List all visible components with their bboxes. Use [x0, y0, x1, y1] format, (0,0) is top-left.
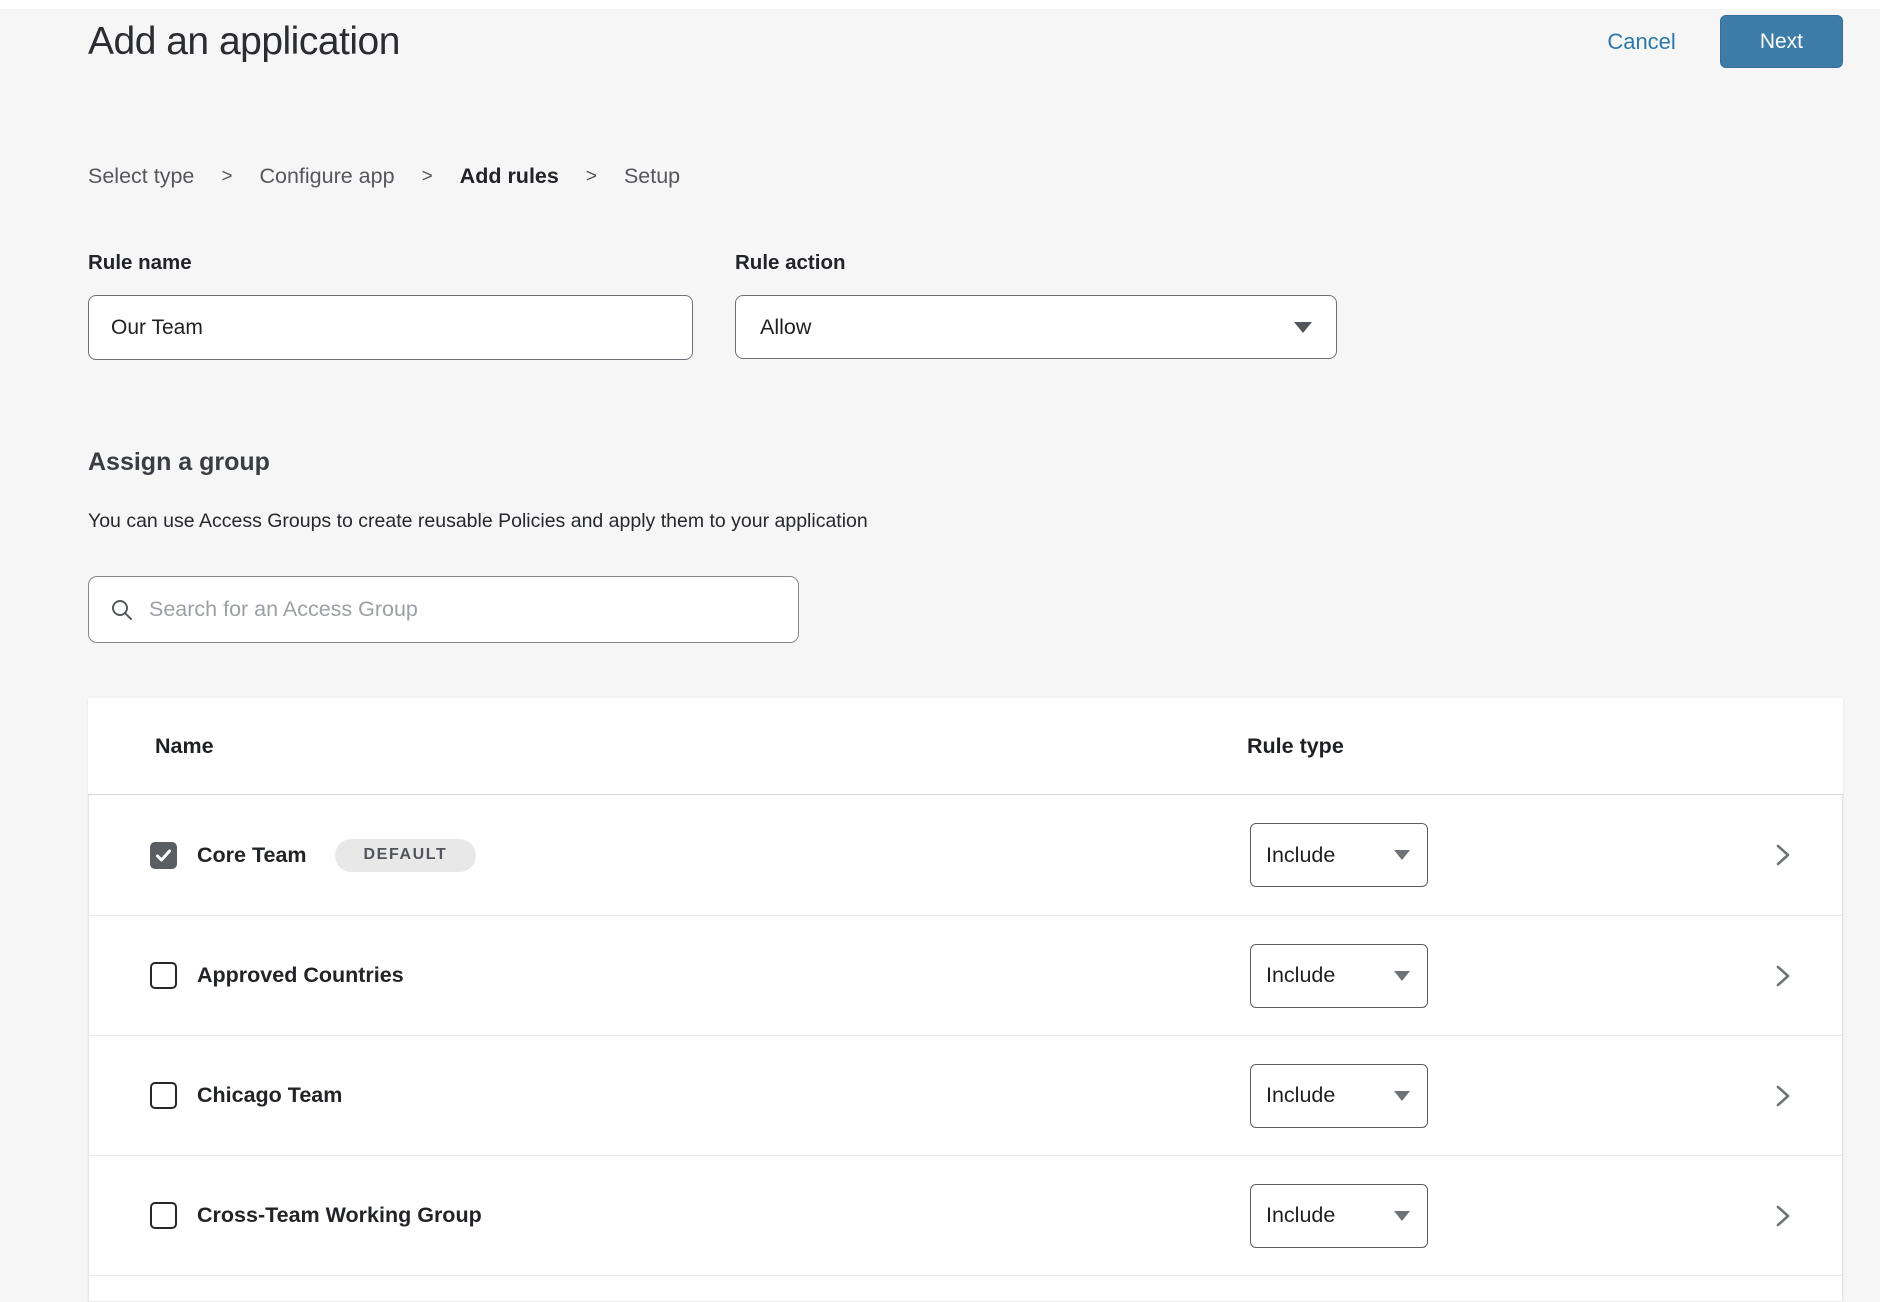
breadcrumb-separator: > — [221, 166, 232, 188]
page-title: Add an application — [88, 20, 400, 64]
rule-name-input[interactable] — [88, 295, 693, 360]
rule-action-field: Rule action Allow — [735, 251, 1337, 360]
search-input[interactable] — [149, 597, 786, 622]
checkbox-unchecked[interactable] — [150, 1202, 177, 1229]
rule-name-label: Rule name — [88, 251, 693, 275]
search-icon — [110, 598, 134, 622]
table-body: Core Team DEFAULT Include Approved Count… — [88, 795, 1843, 1301]
rule-type-value: Include — [1266, 963, 1335, 988]
chevron-right-icon[interactable] — [1772, 1083, 1794, 1109]
rule-form: Rule name Rule action Allow — [88, 251, 1880, 360]
checkbox-checked[interactable] — [150, 842, 177, 869]
table-row-core-team: Core Team DEFAULT Include — [89, 795, 1842, 915]
breadcrumb-step-select-type[interactable]: Select type — [88, 164, 194, 189]
rule-type-select[interactable]: Include — [1250, 944, 1428, 1008]
rule-type-value: Include — [1266, 1203, 1335, 1228]
rule-type-value: Include — [1266, 843, 1335, 868]
chevron-down-icon — [1394, 1211, 1410, 1221]
default-badge: DEFAULT — [335, 839, 477, 872]
check-icon — [154, 846, 173, 865]
access-groups-table: Name Rule type Core Team DEFAULT Include — [88, 698, 1843, 1301]
chevron-down-icon — [1394, 1091, 1410, 1101]
header-actions: Cancel Next — [1607, 15, 1843, 68]
breadcrumb-separator: > — [586, 166, 597, 188]
row-left: Cross-Team Working Group — [150, 1202, 1250, 1229]
chevron-down-icon — [1394, 850, 1410, 860]
checkbox-unchecked[interactable] — [150, 1082, 177, 1109]
table-row-partial — [89, 1275, 1842, 1301]
rule-type-select[interactable]: Include — [1250, 1064, 1428, 1128]
table-header: Name Rule type — [88, 698, 1843, 795]
rule-action-value: Allow — [760, 315, 811, 340]
row-left: Approved Countries — [150, 962, 1250, 989]
breadcrumb-separator: > — [422, 166, 433, 188]
breadcrumb: Select type > Configure app > Add rules … — [88, 164, 1880, 189]
row-left: Core Team DEFAULT — [150, 839, 1250, 872]
group-name: Chicago Team — [197, 1083, 342, 1108]
column-header-name: Name — [155, 734, 1247, 759]
breadcrumb-step-add-rules[interactable]: Add rules — [460, 164, 559, 189]
table-row-approved-countries: Approved Countries Include — [89, 915, 1842, 1035]
table-row-chicago-team: Chicago Team Include — [89, 1035, 1842, 1155]
rule-name-field: Rule name — [88, 251, 693, 360]
checkbox-unchecked[interactable] — [150, 962, 177, 989]
chevron-right-icon[interactable] — [1772, 1203, 1794, 1229]
rule-type-select[interactable]: Include — [1250, 1184, 1428, 1248]
group-name: Core Team — [197, 843, 307, 868]
table-row-cross-team-working-group: Cross-Team Working Group Include — [89, 1155, 1842, 1275]
assign-group-heading: Assign a group — [88, 448, 1880, 477]
top-strip — [0, 0, 1880, 9]
column-header-rule-type: Rule type — [1247, 734, 1344, 759]
group-name: Approved Countries — [197, 963, 404, 988]
chevron-right-icon[interactable] — [1772, 842, 1794, 868]
next-button[interactable]: Next — [1720, 15, 1843, 68]
chevron-right-icon[interactable] — [1772, 963, 1794, 989]
rule-type-select[interactable]: Include — [1250, 823, 1428, 887]
cancel-button[interactable]: Cancel — [1607, 29, 1675, 55]
rule-action-select[interactable]: Allow — [735, 295, 1337, 359]
title-bar: Add an application Cancel Next — [0, 9, 1880, 68]
rule-action-label: Rule action — [735, 251, 1337, 275]
breadcrumb-step-setup[interactable]: Setup — [624, 164, 680, 189]
chevron-down-icon — [1294, 322, 1312, 333]
breadcrumb-step-configure-app[interactable]: Configure app — [259, 164, 394, 189]
rule-type-value: Include — [1266, 1083, 1335, 1108]
chevron-down-icon — [1394, 971, 1410, 981]
access-group-search[interactable] — [88, 576, 799, 643]
assign-group-description: You can use Access Groups to create reus… — [88, 510, 1880, 533]
row-left: Chicago Team — [150, 1082, 1250, 1109]
group-name: Cross-Team Working Group — [197, 1203, 482, 1228]
